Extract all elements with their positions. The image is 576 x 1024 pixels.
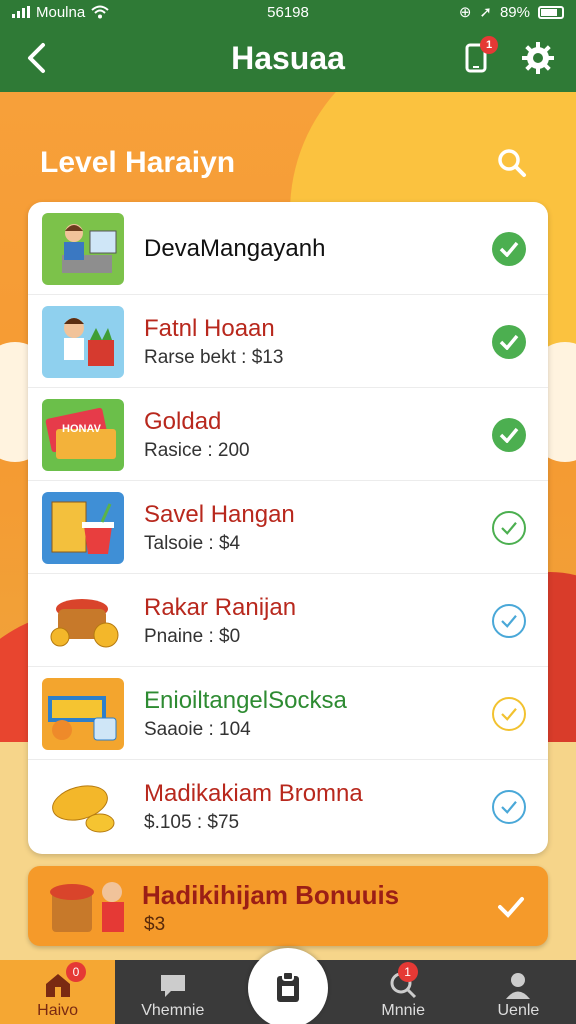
item-subtitle: Rasice : 200 bbox=[144, 439, 250, 461]
clipboard-icon bbox=[277, 971, 299, 1002]
user-icon bbox=[502, 970, 534, 1000]
bonus-banner[interactable]: Hadikihijam Bonuuis $3 bbox=[28, 866, 548, 946]
nav-label: Vhemnie bbox=[141, 1002, 205, 1019]
gold-coins-icon bbox=[42, 771, 124, 843]
notifications-button[interactable]: 1 bbox=[456, 36, 498, 78]
list-item[interactable]: DevaMangayanh bbox=[28, 202, 548, 295]
carrier-label: Moulna bbox=[36, 3, 86, 21]
nav-badge: 0 bbox=[66, 962, 86, 982]
nav-profile[interactable]: Uenle bbox=[461, 960, 576, 1024]
bonus-title: Hadikihijam Bonuuis bbox=[142, 880, 400, 910]
item-title: Savel Hangan bbox=[144, 500, 295, 528]
bonus-subtitle: $3 bbox=[144, 914, 166, 935]
battery-icon bbox=[538, 5, 564, 19]
svg-text:HONAV: HONAV bbox=[62, 423, 102, 435]
section-title: Level Haraiyn bbox=[40, 146, 236, 179]
check-outline-icon bbox=[492, 790, 526, 824]
center-action-button[interactable] bbox=[248, 948, 328, 1024]
nav-label: Uenle bbox=[497, 1002, 540, 1019]
ticket-icon: HONAV bbox=[42, 399, 124, 471]
nav-messages[interactable]: Vhemnie bbox=[115, 960, 230, 1024]
nav-home[interactable]: 0 Haivo bbox=[0, 960, 116, 1024]
checkmark-icon bbox=[498, 897, 524, 918]
app-header: Hasuaa 1 bbox=[0, 24, 576, 92]
search-button[interactable] bbox=[494, 145, 530, 181]
nav-search[interactable]: 1 Mnnie bbox=[346, 960, 461, 1024]
list-item[interactable]: HONAV Goldad Rasice : 200 bbox=[28, 388, 548, 481]
page-title: Hasuaa bbox=[231, 39, 345, 76]
item-subtitle: Pnaine : $0 bbox=[144, 625, 241, 647]
search-icon bbox=[498, 149, 526, 177]
list-item[interactable]: Savel Hangan Talsoie : $4 bbox=[28, 481, 548, 574]
settings-button[interactable] bbox=[518, 38, 558, 78]
vendor-icon bbox=[42, 306, 124, 378]
list-item[interactable]: Madikakiam Bromna $.105 : $75 bbox=[28, 760, 548, 853]
check-circle-icon bbox=[492, 325, 526, 359]
bonus-vendor-icon bbox=[46, 872, 138, 942]
check-outline-icon bbox=[492, 697, 526, 731]
item-subtitle: $.105 : $75 bbox=[144, 811, 240, 833]
nav-label: Mnnie bbox=[381, 1002, 425, 1019]
list-item[interactable]: EnioiltangelSocksa Saaoie : 104 bbox=[28, 667, 548, 760]
gear-icon bbox=[522, 42, 554, 74]
food-stall-icon bbox=[42, 678, 124, 750]
battery-percent: 89% bbox=[499, 3, 530, 21]
item-title: EnioiltangelSocksa bbox=[144, 686, 347, 714]
check-circle-icon bbox=[492, 232, 526, 266]
list-item[interactable]: Rakar Ranijan Pnaine : $0 bbox=[28, 574, 548, 667]
nav-label: Haivo bbox=[37, 1002, 79, 1019]
level-list: DevaMangayanh Fatnl Hoaan Rarse bekt : $1… bbox=[28, 202, 548, 854]
back-button[interactable] bbox=[18, 40, 54, 76]
list-item[interactable]: Fatnl Hoaan Rarse bekt : $13 bbox=[28, 295, 548, 388]
notification-badge: 1 bbox=[480, 36, 498, 54]
check-outline-icon bbox=[492, 604, 526, 638]
item-subtitle: Talsoie : $4 bbox=[144, 532, 241, 554]
check-outline-icon bbox=[492, 511, 526, 545]
item-title: Madikakiam Bromna bbox=[144, 779, 363, 807]
computer-worker-icon bbox=[42, 213, 124, 285]
item-subtitle: Rarse bekt : $13 bbox=[144, 346, 284, 368]
item-title: Fatnl Hoaan bbox=[144, 314, 275, 342]
item-title: Rakar Ranijan bbox=[144, 593, 297, 621]
chevron-left-icon bbox=[28, 43, 45, 73]
item-title: Goldad bbox=[144, 407, 222, 435]
wifi-icon bbox=[91, 5, 109, 19]
item-title: DevaMangayanh bbox=[144, 234, 326, 262]
chat-icon bbox=[157, 970, 189, 1000]
alarm-icon: ⊕ bbox=[458, 4, 472, 21]
signal-icon bbox=[12, 6, 30, 18]
coin-basket-icon bbox=[42, 585, 124, 657]
menu-cup-icon bbox=[42, 492, 124, 564]
status-bar: Moulna 56198 ⊕ ➚ 89% bbox=[0, 0, 576, 24]
item-subtitle: Saaoie : 104 bbox=[144, 718, 251, 740]
location-icon: ➚ bbox=[479, 4, 492, 21]
nav-badge: 1 bbox=[397, 962, 418, 982]
check-circle-icon bbox=[492, 418, 526, 452]
